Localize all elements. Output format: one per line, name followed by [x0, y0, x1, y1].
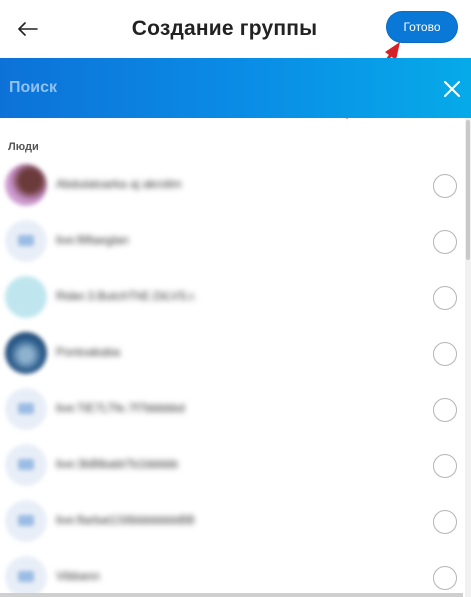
select-radio[interactable] — [433, 342, 457, 366]
contact-name: Pontoakaba — [56, 345, 121, 359]
contact-row[interactable]: Rider.3.ButchThE.DiLVS.r. — [0, 270, 463, 326]
contact-row[interactable]: Vibbann — [0, 550, 463, 597]
section-label-people: Люди — [8, 141, 39, 153]
avatar — [5, 332, 47, 374]
contact-name: live:TiE7LTfe.7f7bbbbbd — [56, 401, 185, 415]
avatar — [5, 276, 47, 318]
select-radio[interactable] — [433, 566, 457, 590]
contact-name: live:flarbat1S6bbbbbbbBB — [56, 513, 195, 527]
contact-row[interactable]: live:flarbat1S6bbbbbbbBB — [0, 494, 463, 550]
contact-name: Rider.3.ButchThE.DiLVS.r. — [56, 289, 197, 303]
avatar — [5, 220, 47, 262]
contact-name: live:fliftaeglan — [56, 233, 129, 247]
bottom-divider — [0, 593, 463, 597]
select-radio[interactable] — [433, 454, 457, 478]
close-icon — [444, 81, 460, 97]
page-title: Создание группы — [131, 17, 318, 40]
search-input[interactable] — [9, 76, 389, 100]
select-radio[interactable] — [433, 230, 457, 254]
header: Создание группы Готово — [0, 0, 471, 58]
contact-row[interactable]: Pontoakaba — [0, 326, 463, 382]
select-radio[interactable] — [433, 398, 457, 422]
contact-row[interactable]: live:TiE7LTfe.7f7bbbbbd — [0, 382, 463, 438]
select-radio[interactable] — [433, 286, 457, 310]
contact-name: live:3bBlbabt7b1bbbbb — [56, 457, 179, 471]
close-search-button[interactable] — [440, 77, 464, 101]
avatar — [5, 164, 47, 206]
avatar — [5, 500, 47, 542]
avatar — [5, 388, 47, 430]
done-button[interactable]: Готово — [387, 12, 457, 42]
contact-row[interactable]: Abdulatoarka aj akrolim — [0, 158, 463, 214]
search-bar — [0, 58, 471, 118]
scrollbar-thumb[interactable] — [466, 120, 470, 260]
contact-name: Abdulatoarka aj akrolim — [56, 177, 182, 191]
contact-name: Vibbann — [56, 569, 100, 583]
select-radio[interactable] — [433, 174, 457, 198]
contact-row[interactable]: live:fliftaeglan — [0, 214, 463, 270]
contact-row[interactable]: live:3bBlbabt7b1bbbbb — [0, 438, 463, 494]
avatar — [5, 444, 47, 486]
avatar — [5, 556, 47, 597]
contact-list: Abdulatoarka aj akrolim live:fliftaeglan… — [0, 158, 463, 597]
select-radio[interactable] — [433, 510, 457, 534]
